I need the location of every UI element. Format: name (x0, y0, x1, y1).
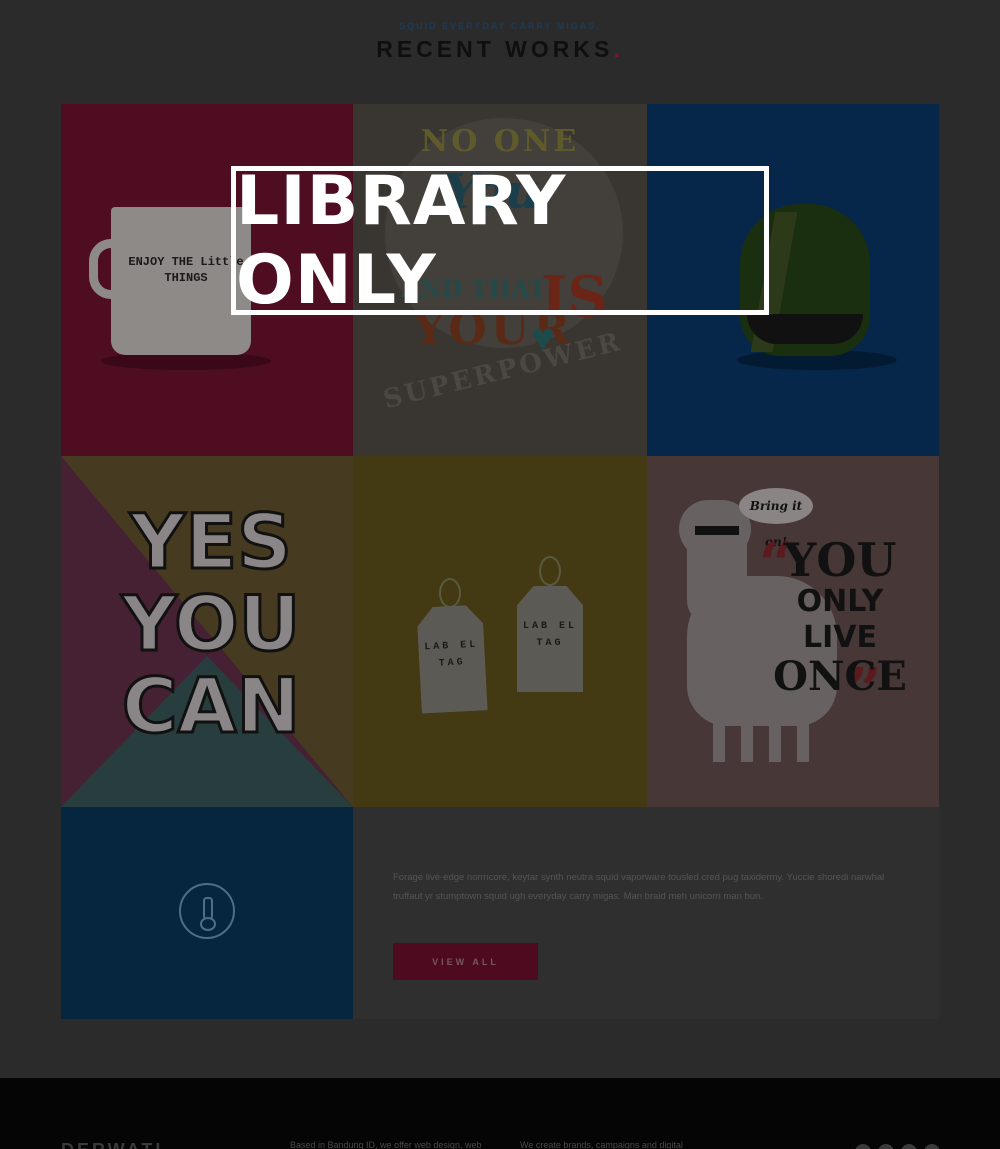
social-icon[interactable] (855, 1144, 871, 1149)
watermark-text: LIBRARY ONLY (236, 161, 567, 320)
section-eyebrow: SQUID EVERYDAY CARRY MIGAS. (399, 21, 601, 31)
yolo-text: YOU ONLY LIVE ONCE (765, 536, 915, 698)
helmet-visor (747, 314, 863, 344)
social-icon[interactable] (901, 1144, 917, 1149)
tag-label: LAB EL TAG (424, 639, 479, 670)
view-all-button[interactable]: VIEW ALL (393, 943, 538, 980)
label-tag: LAB EL TAG (517, 586, 583, 692)
social-icon[interactable] (924, 1144, 940, 1149)
section-title-dot: . (613, 36, 624, 62)
tag-string (539, 556, 561, 586)
tag-string (439, 578, 461, 608)
label-tag: LAB EL TAG (416, 604, 487, 713)
tag-label: LAB EL TAG (522, 621, 577, 649)
watermark: LIBRARY ONLY (231, 162, 769, 320)
yolo-line: ONCE (773, 653, 907, 700)
social-icon[interactable] (878, 1144, 894, 1149)
service-tile (61, 807, 353, 1019)
footer-brand[interactable]: DERWATI (61, 1140, 163, 1149)
work-tile-label-tags[interactable]: LAB EL TAG LAB EL TAG (353, 456, 647, 807)
about-text: Forage live-edge normcore, keytar synth … (393, 872, 885, 902)
poster-text: YES YOU CAN (120, 497, 302, 750)
section-title: RECENT WORKS. (0, 36, 1000, 63)
footer-services-text: We create brands, campaigns and digital (520, 1140, 683, 1149)
sunglasses-icon (695, 526, 739, 535)
speech-bubble: Bring it on! (739, 488, 813, 549)
thermometer-bulb (200, 917, 216, 931)
yolo-line: YOU (783, 533, 897, 587)
work-tile-llama[interactable]: Bring it on! “ ” YOU ONLY LIVE ONCE (647, 456, 939, 807)
work-tile-yes-you-can[interactable]: YES YOU CAN (61, 456, 353, 807)
page: SQUID EVERYDAY CARRY MIGAS. RECENT WORKS… (0, 0, 1000, 1149)
footer: DERWATI Based in Bandung ID, we offer we… (0, 1078, 1000, 1149)
badge-top-text: NO ONE (420, 124, 580, 159)
about-panel: Forage live-edge normcore, keytar synth … (353, 807, 939, 1019)
thermometer-icon (179, 883, 235, 939)
yolo-line: ONLY LIVE (796, 584, 884, 655)
footer-about-text: Based in Bandung ID, we offer web design… (290, 1140, 482, 1149)
section-title-text: RECENT WORKS (376, 36, 614, 62)
